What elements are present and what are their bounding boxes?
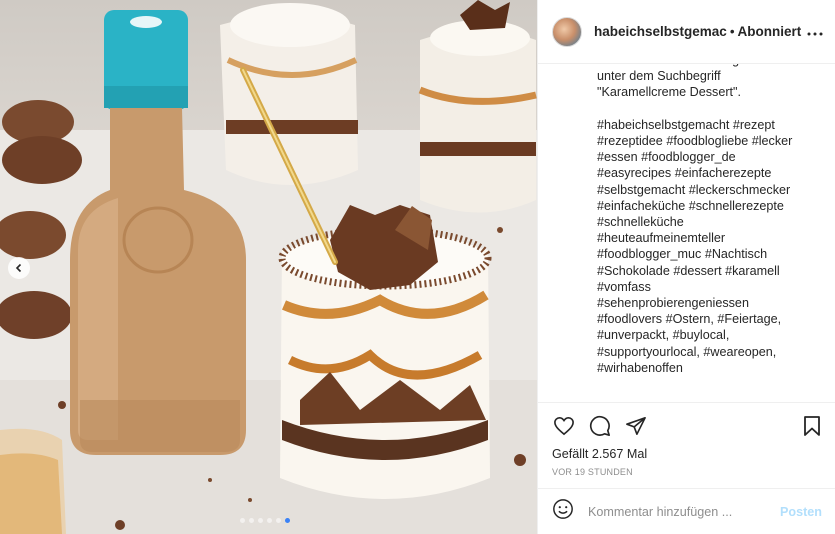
carousel-dot [240,518,245,523]
carousel-dot [258,518,263,523]
post-header: habeichselbstgemac • Abonniert [538,0,835,64]
carousel-dot-active [285,518,290,523]
carousel-indicator [240,518,290,523]
carousel-dot [249,518,254,523]
carousel-dot [276,518,281,523]
post-caption: oder auf habe-ich-selbstgemacht.de unter… [538,64,835,402]
caption-text: oder auf habe-ich-selbstgemacht.de unter… [597,64,798,375]
follow-status-button[interactable]: Abonniert [738,24,802,39]
likes-suffix: Mal [626,447,648,461]
likes-label: Gefällt [552,447,589,461]
likes-number: 2.567 [591,447,624,461]
save-button[interactable] [800,414,824,438]
comment-input[interactable] [588,504,780,519]
comment-bar: Posten [538,488,835,534]
username-link[interactable]: habeichselbstgemac [594,24,727,39]
post-actions: Gefällt 2.567 Mal VOR 19 STUNDEN [538,402,835,488]
comment-icon [589,415,610,436]
heart-icon [554,416,574,436]
post-timestamp[interactable]: VOR 19 STUNDEN [552,467,824,477]
more-horizontal-icon [807,32,823,35]
like-button[interactable] [552,414,576,438]
emoji-button[interactable] [552,498,574,525]
share-button[interactable] [624,414,648,438]
header-separator: • [729,24,735,39]
action-icons-row [552,411,824,441]
carousel-dot [267,518,272,523]
more-options-button[interactable] [807,23,823,41]
chevron-left-icon [15,263,22,273]
post-photo[interactable] [0,0,537,534]
likes-count[interactable]: Gefällt 2.567 Mal [552,447,824,461]
carousel-prev-button[interactable] [8,257,30,279]
post-comment-button[interactable]: Posten [780,505,822,519]
avatar[interactable] [552,16,582,47]
comment-button[interactable] [588,414,612,438]
bookmark-icon [804,416,820,436]
dessert-photo-image [0,0,537,534]
send-icon [626,417,646,435]
smiley-icon [553,499,573,519]
post-side-panel: habeichselbstgemac • Abonniert oder auf … [537,0,835,534]
